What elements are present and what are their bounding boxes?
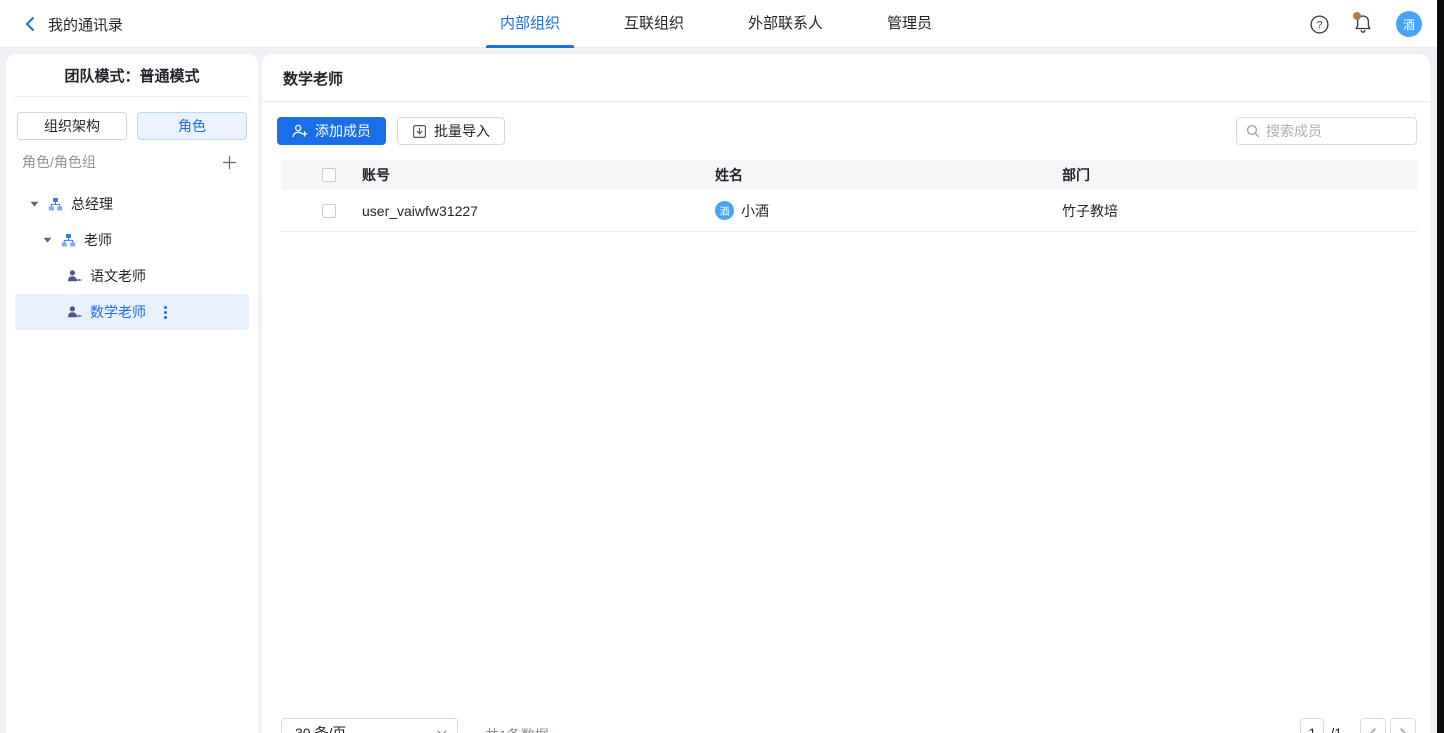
topbar-actions: ? 酒 (1308, 0, 1422, 48)
role-tree: 总经理 老师 语文老师 数学老师 (6, 184, 258, 330)
org-structure-button[interactable]: 组织架构 (17, 112, 127, 140)
main-tabs: 内部组织 互联组织 外部联系人 管理员 (486, 0, 946, 48)
page-title: 我的通讯录 (48, 14, 123, 35)
column-header-department: 部门 (1062, 165, 1418, 185)
pager: 1 /1 (1300, 718, 1416, 733)
page-size-select[interactable]: 30 条/页 (281, 718, 458, 733)
role-member-icon (67, 269, 82, 284)
batch-import-label: 批量导入 (434, 121, 490, 141)
topbar: 我的通讯录 内部组织 互联组织 外部联系人 管理员 ? 酒 (0, 0, 1444, 48)
prev-page-button[interactable] (1360, 718, 1386, 733)
notification-badge (1353, 12, 1361, 20)
caret-down-icon[interactable] (30, 201, 40, 207)
tree-node-label: 数学老师 (90, 302, 146, 322)
table-row[interactable]: user_vaiwfw31227 酒 小酒 竹子教培 (281, 190, 1418, 232)
cell-name: 酒 小酒 (715, 201, 1062, 221)
search-member-box[interactable] (1236, 117, 1417, 145)
role-group-row: 角色/角色组 (6, 140, 258, 184)
help-icon[interactable]: ? (1308, 13, 1330, 35)
total-pages-label: /1 (1330, 725, 1342, 733)
select-all-checkbox[interactable] (322, 168, 336, 182)
current-page-input[interactable]: 1 (1300, 718, 1324, 733)
search-icon (1246, 124, 1260, 138)
person-add-icon (292, 124, 308, 138)
back-button[interactable]: 我的通讯录 (24, 0, 123, 48)
user-avatar[interactable]: 酒 (1396, 11, 1422, 37)
tree-node-label: 总经理 (71, 194, 113, 214)
tab-admin[interactable]: 管理员 (873, 0, 946, 48)
add-member-label: 添加成员 (315, 121, 371, 141)
toolbar: 添加成员 批量导入 (262, 102, 1430, 160)
back-chevron-icon (24, 17, 36, 31)
tree-node-general-manager[interactable]: 总经理 (15, 186, 249, 222)
more-actions-icon[interactable] (164, 306, 167, 319)
tree-node-chinese-teacher[interactable]: 语文老师 (15, 258, 249, 294)
total-count-label: 共1条数据 (485, 725, 549, 733)
org-hierarchy-icon (48, 197, 63, 212)
add-role-icon[interactable] (220, 153, 238, 171)
svg-text:?: ? (1316, 19, 1322, 31)
role-button[interactable]: 角色 (137, 112, 247, 140)
tree-node-math-teacher[interactable]: 数学老师 (15, 294, 249, 330)
sidebar: 团队模式：普通模式 组织架构 角色 角色/角色组 总经理 老 (6, 54, 258, 733)
import-icon (412, 124, 427, 139)
tree-node-label: 语文老师 (90, 266, 146, 286)
column-header-name: 姓名 (715, 165, 1062, 185)
role-member-icon (67, 305, 82, 320)
screen-edge-strip (1437, 0, 1444, 733)
notification-bell-icon[interactable] (1352, 13, 1374, 35)
main-panel: 数学老师 添加成员 批量导入 (262, 54, 1430, 733)
tab-external-contacts[interactable]: 外部联系人 (734, 0, 837, 48)
member-name: 小酒 (741, 201, 769, 221)
caret-down-icon[interactable] (43, 237, 53, 243)
tree-node-teacher[interactable]: 老师 (15, 222, 249, 258)
members-table: 账号 姓名 部门 user_vaiwfw31227 酒 小酒 竹子教培 (281, 160, 1418, 232)
table-header-row: 账号 姓名 部门 (281, 160, 1418, 190)
next-page-button[interactable] (1390, 718, 1416, 733)
cell-account: user_vaiwfw31227 (362, 203, 715, 219)
tab-connected-org[interactable]: 互联组织 (610, 0, 698, 48)
pagination-bar: 30 条/页 共1条数据 1 /1 (262, 718, 1430, 733)
page-size-value: 30 条/页 (295, 723, 346, 733)
org-hierarchy-icon (61, 233, 76, 248)
team-mode-label: 团队模式：普通模式 (6, 54, 258, 96)
tree-node-label: 老师 (84, 230, 112, 250)
add-member-button[interactable]: 添加成员 (277, 117, 386, 145)
role-group-label: 角色/角色组 (22, 152, 96, 172)
tab-internal-org[interactable]: 内部组织 (486, 0, 574, 48)
search-member-input[interactable] (1266, 123, 1444, 139)
sidebar-view-toggle: 组织架构 角色 (6, 97, 258, 140)
cell-department: 竹子教培 (1062, 201, 1418, 221)
batch-import-button[interactable]: 批量导入 (397, 117, 505, 145)
role-title: 数学老师 (262, 54, 1430, 101)
row-checkbox[interactable] (322, 204, 336, 218)
member-avatar: 酒 (715, 201, 734, 220)
column-header-account: 账号 (362, 165, 715, 185)
